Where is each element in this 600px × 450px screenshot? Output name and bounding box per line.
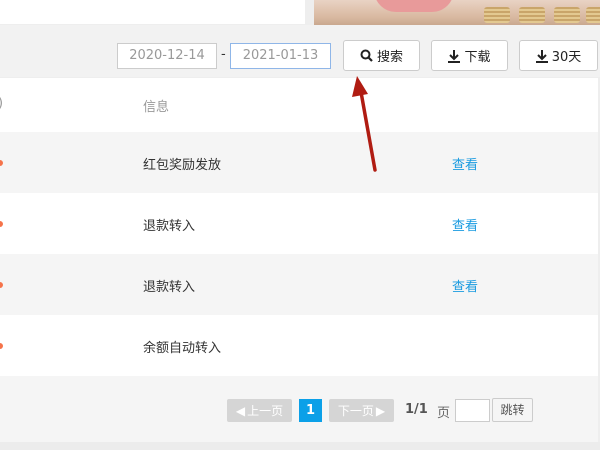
download-30-days-button[interactable]: 30天 [519,40,598,71]
table-row: 红包奖励发放 查看 [0,132,598,193]
search-label: 搜索 [376,50,403,65]
next-page-button[interactable]: 下一页 ▶ [329,399,394,422]
amount-marker [0,221,3,227]
table-header: ) 信息 [0,78,598,132]
jump-button[interactable]: 跳转 [492,398,533,422]
banner-image [314,0,600,25]
view-link[interactable]: 查看 [452,276,478,295]
info-cell: 退款转入 [143,219,196,234]
info-cell: 红包奖励发放 [143,158,222,173]
prev-page-button[interactable]: ◀ 上一页 [227,399,292,422]
search-icon [360,49,373,62]
coin-stack [554,7,580,23]
page-unit: 页 [437,406,451,421]
amount-marker [0,160,3,166]
download-30-days-label: 30天 [551,50,582,65]
prev-page-label: 上一页 [247,404,284,418]
search-button[interactable]: 搜索 [343,40,420,71]
view-link[interactable]: 查看 [452,215,478,234]
date-separator: - [221,47,226,62]
transactions-table: ) 信息 红包奖励发放 查看 退款转入 查看 退款转入 查看 余额自动转入 [0,78,598,376]
coin-stack [586,7,600,23]
table-row: 退款转入 查看 [0,254,598,315]
view-link[interactable]: 查看 [452,154,478,173]
table-row: 余额自动转入 [0,315,598,376]
start-date-input[interactable]: 2020-12-14 [117,43,217,69]
coin-stack [484,7,510,23]
info-cell: 余额自动转入 [143,341,222,356]
amount-marker [0,343,3,349]
piggy-bank-graphic [374,0,454,12]
amount-marker [0,282,3,288]
table-row: 退款转入 查看 [0,193,598,254]
page-1-button[interactable]: 1 [299,399,322,422]
download-button[interactable]: 下载 [431,40,508,71]
top-panel [0,0,305,24]
end-date-input[interactable]: 2021-01-13 [230,43,331,69]
jump-page-input[interactable] [455,399,490,422]
download-icon [535,49,548,63]
page-count: 1/1 [405,402,428,417]
page-footer-strip [0,442,600,450]
download-label: 下载 [464,50,491,65]
header-partial: ) [0,96,3,111]
triangle-left-icon: ◀ [235,403,246,418]
coin-stack [519,7,545,23]
next-page-label: 下一页 [337,404,374,418]
triangle-right-icon: ▶ [375,403,386,418]
download-icon [448,49,461,63]
header-info: 信息 [143,100,170,115]
info-cell: 退款转入 [143,280,196,295]
